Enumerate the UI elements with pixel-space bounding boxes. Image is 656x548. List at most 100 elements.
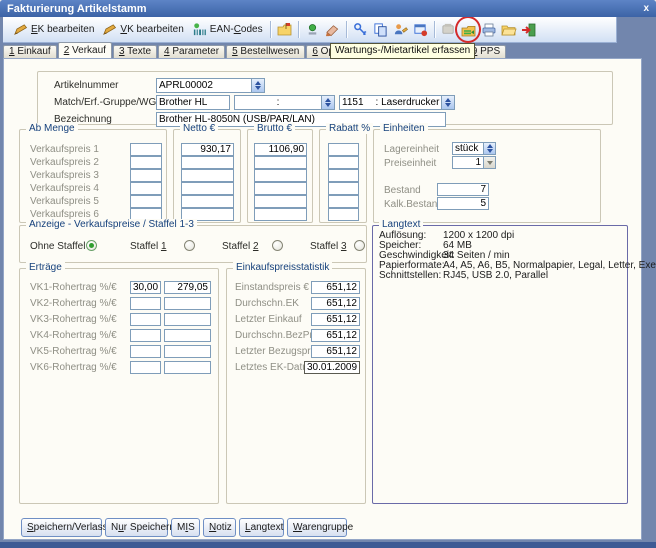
vk1-rohertrag-label: VK1-Rohertrag %/€ (30, 282, 117, 293)
window-title: Fakturierung Artikelstamm (7, 3, 147, 15)
window-close-button[interactable] (411, 20, 431, 40)
preiseinheit-dropdown-icon[interactable] (484, 156, 496, 169)
match-input[interactable] (156, 95, 230, 110)
user-edit-button[interactable] (391, 20, 411, 40)
vk6-pct-input[interactable] (130, 361, 161, 374)
langtext-button[interactable]: Langtext (239, 518, 284, 537)
ab-menge-input-4[interactable] (130, 182, 162, 195)
user-edit-icon (393, 22, 408, 37)
preiseinheit-input[interactable] (452, 156, 484, 169)
verkaufspreis4-label: Verkaufspreis 4 (30, 183, 99, 194)
rabatt-input-2[interactable] (328, 156, 359, 169)
rabatt-input-4[interactable] (328, 182, 359, 195)
brutto-input-6[interactable] (254, 208, 307, 221)
ab-menge-input-5[interactable] (130, 195, 162, 208)
einstandspreis-input[interactable] (311, 281, 360, 294)
mis-button[interactable]: MIS (171, 518, 200, 537)
eraser-button[interactable] (323, 20, 343, 40)
vk6-eur-input[interactable] (164, 361, 211, 374)
warengruppe-dropdown-icon[interactable] (442, 95, 455, 110)
lagereinheit-label: Lagereinheit (384, 144, 439, 155)
tab-einkauf[interactable]: 1 Einkauf (3, 45, 57, 58)
marker-button[interactable] (303, 20, 323, 40)
open-folder-button[interactable] (499, 20, 519, 40)
rabatt-input-6[interactable] (328, 208, 359, 221)
erf-gruppe-dropdown-icon[interactable] (322, 95, 335, 110)
warengruppe-combo[interactable]: 1151 : Laserdrucker (339, 95, 442, 110)
netto-input-1[interactable] (181, 143, 234, 156)
tab-bestellwesen[interactable]: 5 Bestellwesen (226, 45, 305, 58)
ean-codes-button[interactable]: EAN-Codes (188, 21, 267, 38)
rabatt-input-5[interactable] (328, 195, 359, 208)
vk-bearbeiten-button[interactable]: VK bearbeiten (98, 21, 187, 38)
print-button[interactable] (479, 20, 499, 40)
lagereinheit-input[interactable] (452, 142, 484, 155)
ek-bearbeiten-button[interactable]: EK bearbeiten (9, 21, 98, 38)
tab-parameter[interactable]: 4 Parameter (158, 45, 225, 58)
staffel1-radio[interactable] (184, 240, 195, 251)
kalk-bestand-input[interactable] (437, 197, 489, 210)
maintenance-article-button[interactable] (459, 20, 479, 40)
vk5-pct-input[interactable] (130, 345, 161, 358)
vk2-pct-input[interactable] (130, 297, 161, 310)
tool-disabled-button[interactable] (439, 20, 459, 40)
durchschn-ek-input[interactable] (311, 297, 360, 310)
ertraege-group: Erträge VK1-Rohertrag %/€ VK2-Rohertrag … (19, 268, 219, 504)
netto-input-3[interactable] (181, 169, 234, 182)
brutto-input-4[interactable] (254, 182, 307, 195)
lagereinheit-dropdown-icon[interactable] (484, 142, 496, 155)
vk3-pct-input[interactable] (130, 313, 161, 326)
notiz-button[interactable]: Notiz (203, 518, 236, 537)
vk3-eur-input[interactable] (164, 313, 211, 326)
brutto-title: Brutto € (254, 123, 295, 134)
artikelnummer-dropdown-icon[interactable] (252, 78, 265, 93)
netto-input-5[interactable] (181, 195, 234, 208)
vk1-eur-input[interactable] (164, 281, 211, 294)
tab-verkauf[interactable]: 2 Verkauf (58, 42, 112, 58)
exit-button[interactable] (519, 20, 539, 40)
keys-button[interactable] (351, 20, 371, 40)
close-button[interactable]: x (643, 4, 649, 14)
anzeige-staffel-title: Anzeige - Verkaufspreise / Staffel 1-3 (26, 219, 197, 230)
toolbar-separator (434, 21, 436, 38)
ab-menge-input-1[interactable] (130, 143, 162, 156)
brutto-input-2[interactable] (254, 156, 307, 169)
ab-menge-group: Ab Menge Verkaufspreis 1 Verkaufspreis 2… (19, 129, 167, 223)
brutto-input-1[interactable] (254, 143, 307, 156)
speichern-verlassen-button[interactable]: Speichern/Verlassen (21, 518, 102, 537)
ohne-staffel-radio[interactable] (86, 240, 97, 251)
nur-speichern-button[interactable]: Nur Speichern (105, 518, 168, 537)
vk5-eur-input[interactable] (164, 345, 211, 358)
brutto-input-5[interactable] (254, 195, 307, 208)
ohne-staffel-label: Ohne Staffel (30, 241, 85, 252)
ab-menge-input-2[interactable] (130, 156, 162, 169)
artikelnummer-label: Artikelnummer (54, 80, 118, 91)
staffel3-radio[interactable] (354, 240, 365, 251)
tab-texte[interactable]: 3 Texte (113, 45, 157, 58)
copy-button[interactable] (371, 20, 391, 40)
letztes-ek-datum-input[interactable] (304, 361, 360, 374)
letzter-einkauf-input[interactable] (311, 313, 360, 326)
vk4-eur-input[interactable] (164, 329, 211, 342)
staffel2-radio[interactable] (272, 240, 283, 251)
ean-codes-label: EAN-Codes (210, 24, 263, 35)
vk2-eur-input[interactable] (164, 297, 211, 310)
flag-folder-button[interactable] (275, 20, 295, 40)
title-bar[interactable]: Fakturierung Artikelstamm x (0, 0, 656, 17)
rabatt-input-3[interactable] (328, 169, 359, 182)
letzter-bezugspr-input[interactable] (311, 345, 360, 358)
vk4-pct-input[interactable] (130, 329, 161, 342)
application-window: Fakturierung Artikelstamm x EK bearbeite… (0, 0, 656, 548)
rabatt-input-1[interactable] (328, 143, 359, 156)
brutto-input-3[interactable] (254, 169, 307, 182)
warengruppe-button[interactable]: Warengruppe (287, 518, 347, 537)
netto-input-4[interactable] (181, 182, 234, 195)
artikelnummer-input[interactable] (156, 78, 252, 93)
netto-input-2[interactable] (181, 156, 234, 169)
vk1-pct-input[interactable] (130, 281, 161, 294)
schnittstellen-value: RJ45, USB 2.0, Parallel (443, 270, 548, 281)
durchschn-bezpr-input[interactable] (311, 329, 360, 342)
ab-menge-input-3[interactable] (130, 169, 162, 182)
bestand-input[interactable] (437, 183, 489, 196)
erf-gruppe-input[interactable] (234, 95, 322, 110)
